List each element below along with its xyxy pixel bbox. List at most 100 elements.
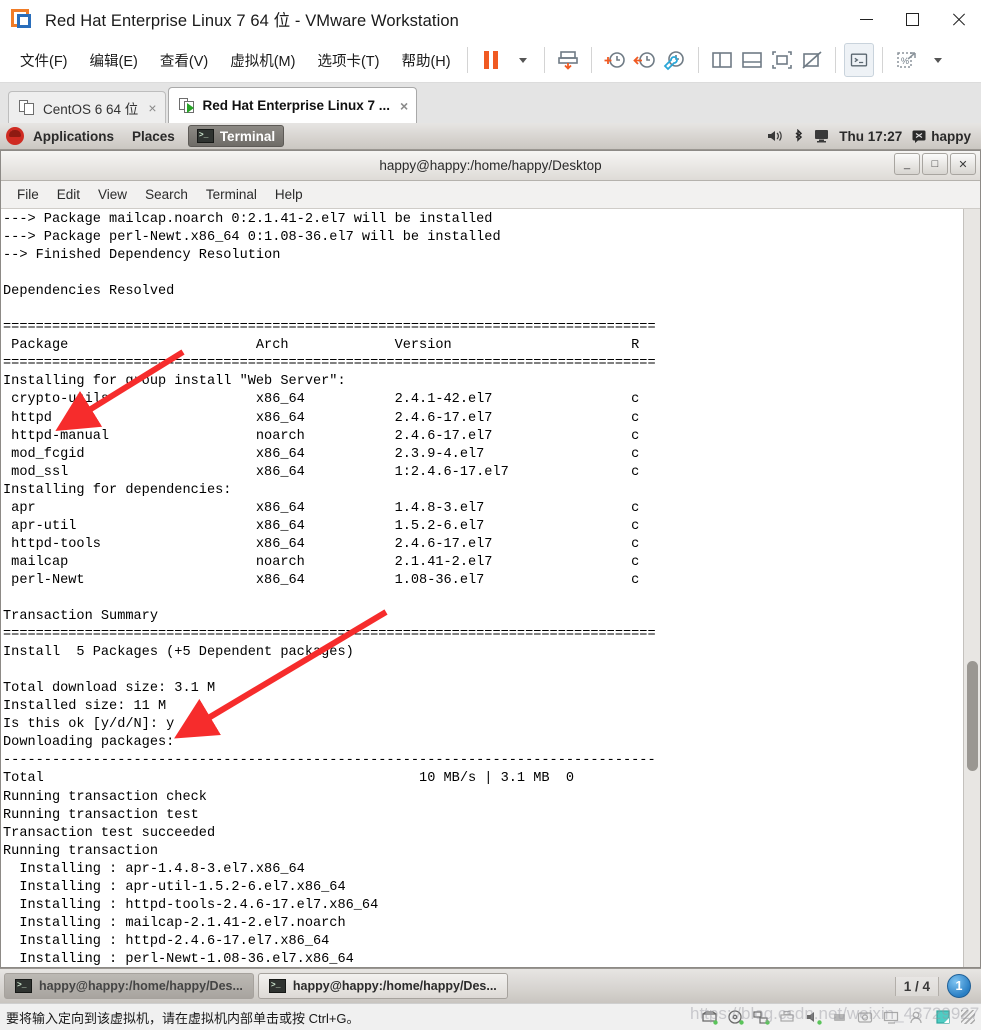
send-key-icon: % <box>896 52 916 68</box>
terminal-menu-file[interactable]: File <box>9 184 47 205</box>
display-icon[interactable] <box>814 129 829 143</box>
snapshot-manage-icon <box>663 51 684 71</box>
terminal-menu-bar: File Edit View Search Terminal Help <box>1 181 980 209</box>
chevron-down-icon <box>518 57 527 63</box>
vmware-menu-toolbar: 文件(F) 编辑(E) 查看(V) 虚拟机(M) 选项卡(T) 帮助(H) % <box>0 38 981 83</box>
workspace-switcher[interactable]: 1 / 4 <box>894 976 939 996</box>
full-screen-button[interactable] <box>767 43 797 77</box>
terminal-menu-help[interactable]: Help <box>267 184 311 205</box>
toolbar-separator <box>834 47 836 73</box>
taskbar-item-terminal-2[interactable]: >_ happy@happy:/home/happy/Des... <box>257 973 508 999</box>
panel-clock[interactable]: Thu 17:27 <box>839 129 902 144</box>
toolbar-separator <box>466 47 468 73</box>
pause-icon <box>483 51 498 69</box>
camera-icon[interactable] <box>857 1010 874 1025</box>
display-icon[interactable] <box>883 1010 900 1025</box>
terminal-scrollbar[interactable] <box>963 209 980 967</box>
toolbar-separator <box>697 47 699 73</box>
terminal-icon: >_ <box>196 129 214 143</box>
menu-places[interactable]: Places <box>123 125 184 148</box>
terminal-menu-view[interactable]: View <box>90 184 135 205</box>
resize-grip[interactable] <box>961 1010 975 1024</box>
vm-tab-centos[interactable]: CentOS 6 64 位 × <box>8 91 166 123</box>
vm-tab-close-icon[interactable]: × <box>400 99 408 113</box>
menu-vm[interactable]: 虚拟机(M) <box>222 46 303 75</box>
usb-icon[interactable] <box>831 1010 848 1025</box>
shared-folder-icon[interactable] <box>935 1009 952 1025</box>
show-thumbnail-bar-button[interactable] <box>737 43 767 77</box>
menu-view[interactable]: 查看(V) <box>152 46 216 75</box>
guest-screen[interactable]: Applications Places >_ Terminal Thu 17:2… <box>0 123 981 1003</box>
terminal-icon: >_ <box>268 979 286 993</box>
take-snapshot-button[interactable] <box>600 43 630 77</box>
bluetooth-icon[interactable] <box>793 128 804 144</box>
sound-icon[interactable] <box>805 1010 822 1025</box>
revert-snapshot-button[interactable] <box>630 43 660 77</box>
workspace-badge[interactable]: 1 <box>947 974 971 998</box>
toolbar-separator <box>590 47 592 73</box>
taskbar-item-label: happy@happy:/home/happy/Des... <box>39 979 243 993</box>
terminal-window: happy@happy:/home/happy/Desktop _ □ ✕ Fi… <box>0 150 981 968</box>
snapshot-revert-icon <box>632 52 655 68</box>
terminal-close-button[interactable]: ✕ <box>950 153 976 175</box>
window-list-terminal[interactable]: >_ Terminal <box>187 125 285 147</box>
suspend-dropdown[interactable] <box>506 43 536 77</box>
manage-snapshots-button[interactable] <box>660 43 690 77</box>
redhat-logo-icon[interactable] <box>6 127 24 145</box>
terminal-scrollbar-thumb[interactable] <box>967 661 978 771</box>
taskbar-item-label: happy@happy:/home/happy/Des... <box>292 979 497 993</box>
menu-help[interactable]: 帮助(H) <box>393 46 458 75</box>
gnome-panel-tray: Thu 17:27 happy <box>767 128 981 144</box>
user-icon[interactable] <box>909 1010 926 1025</box>
vm-tab-bar: CentOS 6 64 位 × Red Hat Enterprise Linux… <box>0 83 981 123</box>
terminal-body[interactable]: ---> Package mailcap.noarch 0:2.1.41-2.e… <box>1 209 980 967</box>
gnome-top-panel: Applications Places >_ Terminal Thu 17:2… <box>0 123 981 150</box>
toolbar-separator <box>881 47 883 73</box>
volume-icon[interactable] <box>767 129 783 143</box>
vm-tab-close-icon[interactable]: × <box>148 101 156 115</box>
terminal-title: happy@happy:/home/happy/Desktop <box>379 158 602 173</box>
menu-file[interactable]: 文件(F) <box>12 46 76 75</box>
send-keystroke-dropdown[interactable] <box>921 43 951 77</box>
terminal-title-bar: happy@happy:/home/happy/Desktop _ □ ✕ <box>1 151 980 181</box>
vm-tab-label: CentOS 6 64 位 <box>43 101 139 117</box>
power-on-guest-button[interactable] <box>553 43 583 77</box>
vmware-title-bar: Red Hat Enterprise Linux 7 64 位 - VMware… <box>0 0 981 38</box>
close-button[interactable] <box>935 0 981 38</box>
gnome-bottom-panel: >_ happy@happy:/home/happy/Des... >_ hap… <box>0 968 981 1003</box>
suspend-button[interactable] <box>476 43 506 77</box>
terminal-menu-search[interactable]: Search <box>137 184 196 205</box>
vm-tab-rhel[interactable]: Red Hat Enterprise Linux 7 ... × <box>167 87 418 123</box>
vm-tab-label: Red Hat Enterprise Linux 7 ... <box>202 98 391 113</box>
unity-mode-button[interactable] <box>797 43 827 77</box>
printer-icon[interactable] <box>779 1010 796 1025</box>
toolbar-separator <box>543 47 545 73</box>
terminal-maximize-button[interactable]: □ <box>922 153 948 175</box>
chat-icon <box>912 130 926 143</box>
panel-bottom-icon <box>741 52 762 68</box>
terminal-minimize-button[interactable]: _ <box>894 153 920 175</box>
terminal-output[interactable]: ---> Package mailcap.noarch 0:2.1.41-2.e… <box>1 209 963 967</box>
show-sidebar-button[interactable] <box>707 43 737 77</box>
maximize-button[interactable] <box>889 0 935 38</box>
window-list-terminal-label: Terminal <box>219 128 276 144</box>
menu-applications[interactable]: Applications <box>24 125 123 148</box>
user-menu[interactable]: happy <box>912 129 971 144</box>
terminal-icon: >_ <box>15 979 32 993</box>
minimize-button[interactable] <box>843 0 889 38</box>
terminal-menu-edit[interactable]: Edit <box>49 184 88 205</box>
menu-tabs[interactable]: 选项卡(T) <box>309 46 387 75</box>
network-icon[interactable] <box>753 1010 770 1025</box>
terminal-menu-terminal[interactable]: Terminal <box>198 184 265 205</box>
cd-dvd-icon[interactable] <box>727 1009 744 1025</box>
svg-text:%: % <box>901 56 909 66</box>
status-message: 要将输入定向到该虚拟机，请在虚拟机内部单击或按 Ctrl+G。 <box>6 1010 360 1026</box>
menu-edit[interactable]: 编辑(E) <box>82 46 146 75</box>
taskbar-item-terminal-1[interactable]: >_ happy@happy:/home/happy/Des... <box>4 973 254 999</box>
hard-disk-icon[interactable] <box>701 1010 718 1025</box>
console-view-button[interactable] <box>843 43 874 77</box>
vmware-device-tray <box>701 1009 981 1025</box>
chevron-down-icon <box>933 57 942 63</box>
snapshot-add-icon <box>604 52 625 68</box>
send-keystroke-button[interactable]: % <box>891 43 921 77</box>
